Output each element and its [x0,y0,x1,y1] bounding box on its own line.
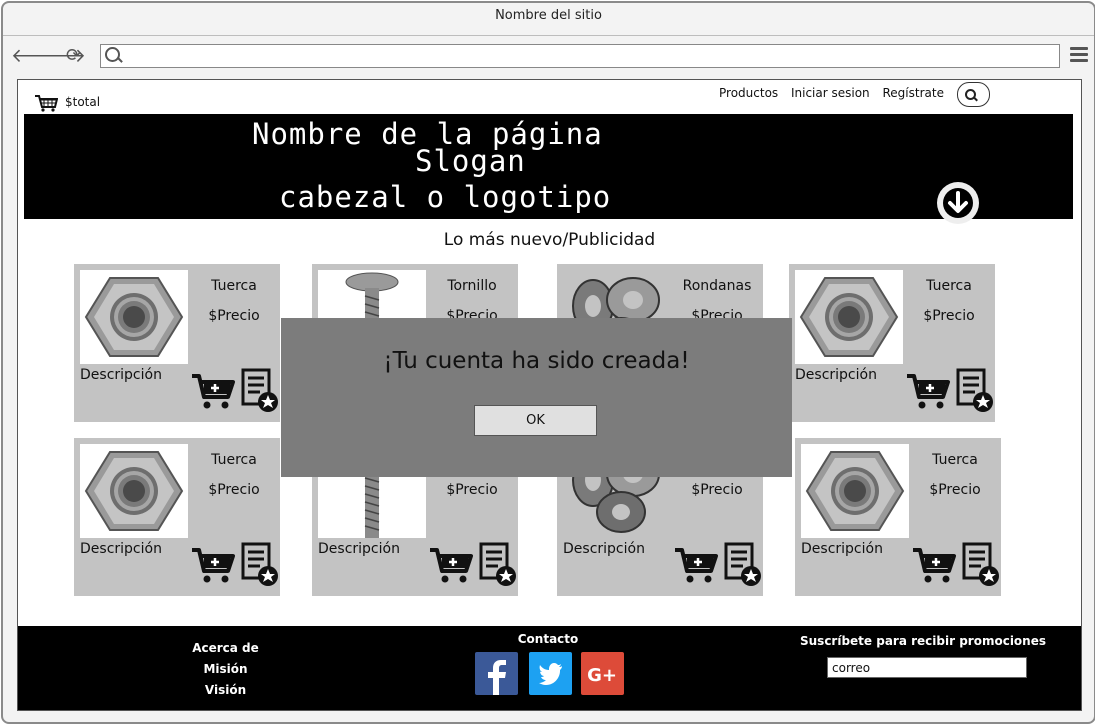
product-description: Descripción [80,367,162,383]
product-name: Tuerca [926,278,972,294]
product-price: $Precio [446,482,498,498]
site-header: $total Productos Iniciar sesion Regístra… [18,80,1081,114]
product-card[interactable]: Tuerca $Precio Descripción [789,264,995,422]
product-description: Descripción [80,541,162,557]
facebook-icon[interactable] [475,652,518,695]
product-name: Rondanas [682,278,752,294]
arrow-down-circle-icon[interactable] [937,182,979,224]
product-name: Tuerca [211,452,257,468]
add-to-cart-icon[interactable] [428,544,474,584]
slogan: Slogan [415,144,526,178]
add-to-cart-icon[interactable] [911,544,957,584]
nut-image [80,444,188,538]
product-name: Tuerca [211,278,257,294]
product-card[interactable]: Tuerca $Precio Descripción [74,264,280,422]
header-banner: Nombre de la página Slogan cabezal o log… [24,114,1073,224]
add-to-wishlist-icon[interactable] [478,542,518,588]
product-card[interactable]: Tuerca $Precio Descripción [74,438,280,596]
logo-text: cabezal o logotipo [279,180,612,214]
browser-window: Nombre del sitio 🡐 🡒 ⟳ $total Productos … [1,1,1095,724]
web-page: $total Productos Iniciar sesion Regístra… [17,79,1082,711]
add-to-wishlist-icon[interactable] [955,368,995,414]
google-plus-icon[interactable]: G+ [581,652,624,695]
product-description: Descripción [318,541,400,557]
nav-productos[interactable]: Productos [719,86,778,100]
svg-text:G+: G+ [587,665,617,686]
product-price: $Precio [691,482,743,498]
ok-button[interactable]: OK [474,405,597,436]
window-title: Nombre del sitio [495,8,602,23]
nav-registrate[interactable]: Regístrate [883,86,944,100]
footer-link-mision[interactable]: Misión [168,659,283,680]
search-icon [965,89,976,100]
product-card[interactable]: Tuerca $Precio Descripción [795,438,1001,596]
add-to-cart-icon[interactable] [190,370,236,410]
add-to-cart-icon[interactable] [905,370,951,410]
top-nav: Productos Iniciar sesion Regístrate [719,86,953,100]
footer-link-acerca[interactable]: Acerca de [168,638,283,659]
section-title: Lo más nuevo/Publicidad [443,230,656,250]
add-to-wishlist-icon[interactable] [240,542,280,588]
add-to-wishlist-icon[interactable] [961,542,1001,588]
product-price: $Precio [208,308,260,324]
shopping-cart-icon[interactable] [34,94,58,112]
product-name: Tornillo [447,278,497,294]
product-price: $Precio [929,482,981,498]
add-to-cart-icon[interactable] [673,544,719,584]
site-search-button[interactable] [957,82,990,107]
nut-image [795,270,903,364]
footer-link-vision[interactable]: Visión [168,680,283,701]
product-description: Descripción [795,367,877,383]
add-to-wishlist-icon[interactable] [723,542,763,588]
contact-heading: Contacto [517,632,579,646]
product-price: $Precio [208,482,260,498]
search-icon [105,47,120,62]
nut-image [80,270,188,364]
about-links: Acerca de Misión Visión [168,638,283,701]
add-to-cart-icon[interactable] [190,544,236,584]
add-to-wishlist-icon[interactable] [240,368,280,414]
cart-total: $total [65,95,101,109]
address-bar[interactable] [100,44,1060,68]
nav-iniciar-sesion[interactable]: Iniciar sesion [791,86,870,100]
site-footer: Acerca de Misión Visión Contacto G+ Susc… [18,626,1081,710]
hamburger-menu-icon[interactable] [1070,47,1088,65]
email-field[interactable] [827,657,1027,678]
product-description: Descripción [563,541,645,557]
account-created-dialog: ¡Tu cuenta ha sido creada! OK [281,318,792,477]
twitter-icon[interactable] [529,652,572,695]
product-price: $Precio [923,308,975,324]
product-description: Descripción [801,541,883,557]
product-name: Tuerca [932,452,978,468]
nut-image [801,444,909,538]
reload-icon[interactable]: ⟳ [66,46,81,66]
subscribe-label: Suscríbete para recibir promociones [799,634,1046,648]
dialog-message: ¡Tu cuenta ha sido creada! [383,348,690,374]
browser-toolbar: 🡐 🡒 ⟳ [3,35,1094,78]
